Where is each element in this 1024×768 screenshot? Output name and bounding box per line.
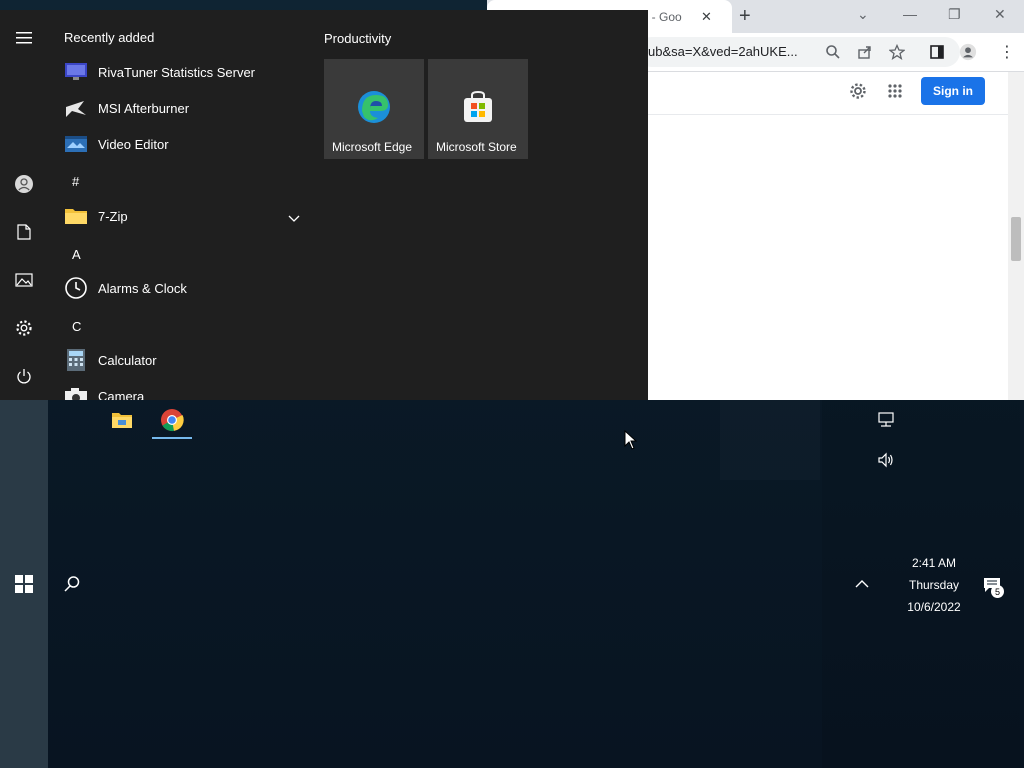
app-camera[interactable]: Camera	[58, 379, 308, 400]
app-list: Recently added RivaTuner Statistics Serv…	[48, 10, 310, 400]
app-label: Calculator	[98, 352, 157, 368]
taskbar-clock[interactable]: 2:41 AM Thursday 10/6/2022	[894, 552, 974, 618]
tab-search-icon[interactable]: ⌄	[857, 6, 869, 23]
tab-close-icon[interactable]: ✕	[701, 9, 712, 25]
afterburner-icon	[64, 96, 88, 120]
folder-icon	[64, 204, 88, 228]
start-menu: Recently added RivaTuner Statistics Serv…	[0, 10, 648, 400]
camera-icon	[64, 384, 88, 400]
apps-grid-icon[interactable]	[886, 82, 904, 100]
bookmark-star-icon[interactable]	[888, 43, 906, 61]
chrome-menu-icon[interactable]: ⋮	[999, 42, 1015, 62]
app-label: MSI Afterburner	[98, 100, 190, 116]
file-explorer-icon	[111, 411, 133, 434]
active-app-indicator	[152, 437, 192, 439]
clock-date: 10/6/2022	[907, 600, 961, 614]
app-label: Alarms & Clock	[98, 280, 187, 296]
documents-icon[interactable]	[0, 212, 48, 252]
minimize-button[interactable]: —	[903, 6, 917, 22]
restore-button[interactable]: ❐	[948, 6, 961, 23]
share-icon[interactable]	[856, 43, 874, 61]
tile-microsoft-edge[interactable]: Microsoft Edge	[324, 59, 424, 159]
app-alarms-clock[interactable]: Alarms & Clock	[58, 271, 308, 305]
app-7zip[interactable]: 7-Zip	[58, 199, 308, 233]
tiles-area: Productivity Microsoft Edge Microsoft St…	[324, 10, 644, 400]
app-msi-afterburner[interactable]: MSI Afterburner	[58, 91, 308, 125]
close-window-button[interactable]: ✕	[994, 6, 1006, 23]
video-editor-icon	[64, 132, 88, 156]
volume-icon[interactable]	[874, 450, 898, 470]
show-hidden-icons-chevron-up-icon[interactable]	[850, 574, 874, 594]
store-icon	[460, 89, 496, 125]
profile-icon[interactable]	[959, 43, 977, 61]
settings-icon[interactable]	[0, 308, 48, 348]
mouse-cursor-icon	[624, 429, 638, 455]
section-letter[interactable]: C	[72, 319, 81, 334]
start-rail	[0, 10, 48, 400]
notification-count-badge: 5	[991, 585, 1004, 598]
tile-microsoft-store[interactable]: Microsoft Store	[428, 59, 528, 159]
app-label: Camera	[98, 388, 145, 401]
app-label: Video Editor	[98, 136, 169, 152]
power-icon[interactable]	[0, 356, 48, 396]
zoom-icon[interactable]	[824, 43, 842, 61]
section-letter[interactable]: #	[72, 174, 79, 189]
rivatuner-icon	[64, 60, 88, 84]
network-icon[interactable]	[874, 410, 898, 430]
clock-icon	[64, 276, 88, 300]
search-icon[interactable]	[60, 572, 84, 596]
tile-group-header[interactable]: Productivity	[324, 31, 391, 46]
taskbar-chrome[interactable]	[152, 404, 192, 440]
app-calculator[interactable]: Calculator	[58, 343, 308, 377]
start-button[interactable]	[0, 564, 48, 604]
app-label: RivaTuner Statistics Server	[98, 64, 256, 80]
settings-gear-icon[interactable]	[849, 82, 867, 100]
clock-time: 2:41 AM	[911, 556, 957, 570]
clock-day: Thursday	[908, 578, 960, 592]
taskbar	[0, 400, 48, 768]
scrollbar-thumb[interactable]	[1011, 217, 1021, 261]
sign-in-button[interactable]: Sign in	[921, 77, 985, 105]
tile-label: Microsoft Store	[436, 140, 517, 154]
new-tab-button[interactable]: +	[739, 5, 751, 28]
chrome-icon	[160, 408, 184, 437]
edge-icon	[356, 89, 392, 125]
side-panel-icon[interactable]	[928, 43, 946, 61]
tile-label: Microsoft Edge	[332, 140, 413, 154]
section-letter[interactable]: A	[72, 247, 81, 262]
url-text[interactable]: ub&sa=X&ved=2ahUKE...	[648, 44, 798, 59]
app-rivatuner[interactable]: RivaTuner Statistics Server	[58, 55, 308, 89]
calculator-icon	[64, 348, 88, 372]
hamburger-menu-icon[interactable]	[0, 18, 48, 58]
app-label: 7-Zip	[98, 208, 128, 224]
account-icon[interactable]	[0, 164, 48, 204]
app-video-editor[interactable]: Video Editor	[58, 127, 308, 161]
pictures-icon[interactable]	[0, 260, 48, 300]
chevron-down-icon[interactable]	[288, 210, 300, 228]
recently-added-header: Recently added	[64, 30, 155, 45]
taskbar-file-explorer[interactable]	[102, 404, 142, 440]
